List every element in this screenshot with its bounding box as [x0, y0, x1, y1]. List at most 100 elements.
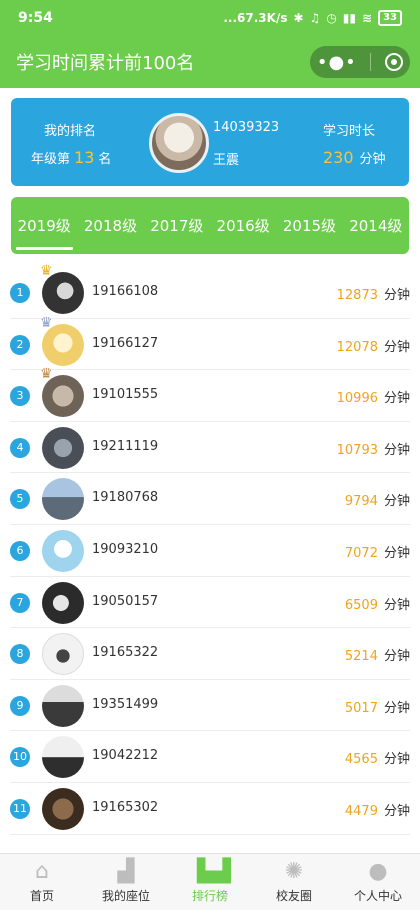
nav-profile-label: 个人中心 [353, 889, 402, 903]
ranking-row[interactable]: 1 ♛ 19166108 12873 分钟 [10, 264, 410, 319]
ranking-row[interactable]: 11 19165302 4479 分钟 [10, 783, 410, 835]
study-time-line: 230 分钟 [323, 148, 386, 167]
rank-badge: 5 [10, 489, 30, 510]
rank-badge: 9 [10, 695, 30, 716]
crown-icon: ♛ [40, 366, 53, 383]
rank-badge: 6 [10, 540, 30, 561]
grade-prefix: 年级第 [31, 152, 71, 167]
row-student-id: 19351499 [92, 696, 159, 712]
row-student-id: 19165302 [92, 799, 159, 815]
row-student-id: 19050157 [92, 593, 159, 609]
row-avatar[interactable] [42, 529, 84, 572]
nav-bar: 学习时间累计前100名 •●• [0, 36, 420, 88]
tab-2019[interactable]: 2019级 [15, 209, 73, 250]
nav-home-label: 首页 [29, 889, 54, 903]
alarm-icon: ◷ [326, 11, 337, 25]
row-minutes-unit: 分钟 [383, 391, 410, 407]
row-avatar[interactable] [42, 426, 84, 469]
more-icon[interactable]: •●• [317, 52, 357, 73]
page-title: 学习时间累计前100名 [16, 53, 195, 74]
grade-rank-line: 年级第 13 名 [31, 148, 111, 167]
study-minutes: 230 [323, 148, 354, 167]
row-student-id: 19180768 [92, 490, 159, 506]
row-minutes: 12873 分钟 [337, 284, 410, 303]
status-time: 9:54 [18, 10, 53, 26]
tab-2018[interactable]: 2018级 [82, 209, 139, 242]
row-minutes-unit: 分钟 [383, 752, 410, 768]
mute-icon: ♫ [309, 11, 321, 25]
row-student-id: 19165322 [92, 645, 159, 661]
row-minutes-unit: 分钟 [383, 494, 410, 510]
signal-icon: ▮▮ [342, 11, 357, 25]
row-avatar[interactable]: ♛ [40, 316, 84, 366]
row-avatar[interactable] [42, 736, 84, 779]
status-icons: ...67.3K/s ✱ ♫ ◷ ▮▮ ≋ 33 [223, 10, 402, 26]
row-student-id: 19166108 [92, 284, 159, 299]
ranking-row[interactable]: 8 19165322 5214 分钟 [10, 628, 410, 680]
row-avatar[interactable] [42, 684, 84, 727]
tab-2015[interactable]: 2015级 [281, 209, 338, 242]
row-minutes: 7072 分钟 [345, 542, 410, 561]
row-avatar[interactable] [42, 633, 84, 676]
nav-alumni-label: 校友圈 [275, 889, 312, 903]
nav-my-seat[interactable]: ▟ 我的座位 [84, 854, 168, 910]
row-avatar[interactable] [42, 581, 84, 624]
ranking-row[interactable]: 3 ♛ 19101555 10996 分钟 [10, 367, 410, 422]
my-rank-card: 我的排名 年级第 13 名 14039323 王震 学习时长 230 分钟 [11, 98, 409, 186]
row-minutes: 10996 分钟 [337, 387, 410, 406]
row-minutes-value: 9794 [344, 494, 378, 510]
ranking-row[interactable]: 9 19351499 5017 分钟 [10, 680, 410, 732]
row-minutes-unit: 分钟 [383, 339, 410, 355]
ranking-row[interactable]: 2 ♛ 19166127 12078 分钟 [10, 316, 410, 371]
ranking-row[interactable]: 7 19050157 6509 分钟 [10, 577, 410, 629]
rank-badge: 3 [10, 386, 30, 407]
student-id: 14039323 [213, 120, 280, 135]
ranking-row[interactable]: 5 19180768 9794 分钟 [10, 473, 410, 525]
row-minutes-unit: 分钟 [383, 803, 410, 819]
row-avatar[interactable] [42, 478, 84, 521]
row-minutes-unit: 分钟 [383, 442, 410, 458]
tab-2016[interactable]: 2016级 [215, 209, 272, 242]
row-minutes-unit: 分钟 [383, 545, 410, 561]
row-minutes-value: 10793 [336, 442, 378, 458]
tab-2017[interactable]: 2017级 [148, 209, 205, 242]
nav-home[interactable]: ⌂ 首页 [0, 854, 84, 910]
ranking-row[interactable]: 10 19042212 4565 分钟 [10, 731, 410, 783]
row-minutes: 5017 分钟 [345, 697, 410, 716]
crown-icon: ♛ [40, 263, 53, 279]
row-student-id: 19042212 [92, 748, 159, 764]
nav-alumni[interactable]: ✺ 校友圈 [252, 854, 336, 910]
battery-icon: 33 [378, 10, 402, 26]
row-minutes-unit: 分钟 [383, 597, 410, 613]
wifi-icon: ≋ [362, 11, 373, 25]
sofa-icon: ▟ [117, 859, 135, 884]
user-icon: ● [368, 859, 388, 884]
nav-my-seat-label: 我的座位 [101, 889, 150, 903]
close-target-icon[interactable] [385, 53, 404, 71]
row-minutes: 4479 分钟 [345, 800, 410, 819]
study-time-label: 学习时长 [323, 124, 376, 139]
network-speed: ...67.3K/s [223, 11, 288, 25]
row-minutes: 12078 分钟 [337, 336, 410, 355]
ranking-row[interactable]: 6 19093210 7072 分钟 [10, 525, 410, 577]
my-rank-label: 我的排名 [44, 124, 97, 139]
bottom-nav: ⌂ 首页 ▟ 我的座位 ▙▟ 排行榜 ✺ 校友圈 ● 个人中心 [0, 853, 420, 910]
row-avatar[interactable]: ♛ [40, 264, 84, 314]
podium-icon: ▙▟ [197, 859, 231, 884]
nav-ranking-label: 排行榜 [191, 889, 228, 903]
study-minutes-unit: 分钟 [359, 152, 386, 167]
rank-badge: 10 [10, 747, 30, 768]
rank-suffix: 名 [98, 152, 112, 167]
row-avatar[interactable]: ♛ [40, 367, 84, 418]
rank-badge: 2 [10, 334, 30, 355]
nav-profile[interactable]: ● 个人中心 [336, 854, 420, 910]
row-student-id: 19093210 [92, 541, 159, 557]
ranking-row[interactable]: 4 19211119 10793 分钟 [10, 422, 410, 474]
row-minutes: 4565 分钟 [345, 748, 410, 767]
row-minutes-value: 5017 [344, 700, 378, 716]
row-avatar[interactable] [42, 787, 84, 830]
user-avatar[interactable] [149, 113, 209, 173]
row-minutes-unit: 分钟 [383, 288, 410, 303]
nav-ranking[interactable]: ▙▟ 排行榜 [168, 854, 252, 910]
tab-2014[interactable]: 2014级 [347, 209, 404, 242]
